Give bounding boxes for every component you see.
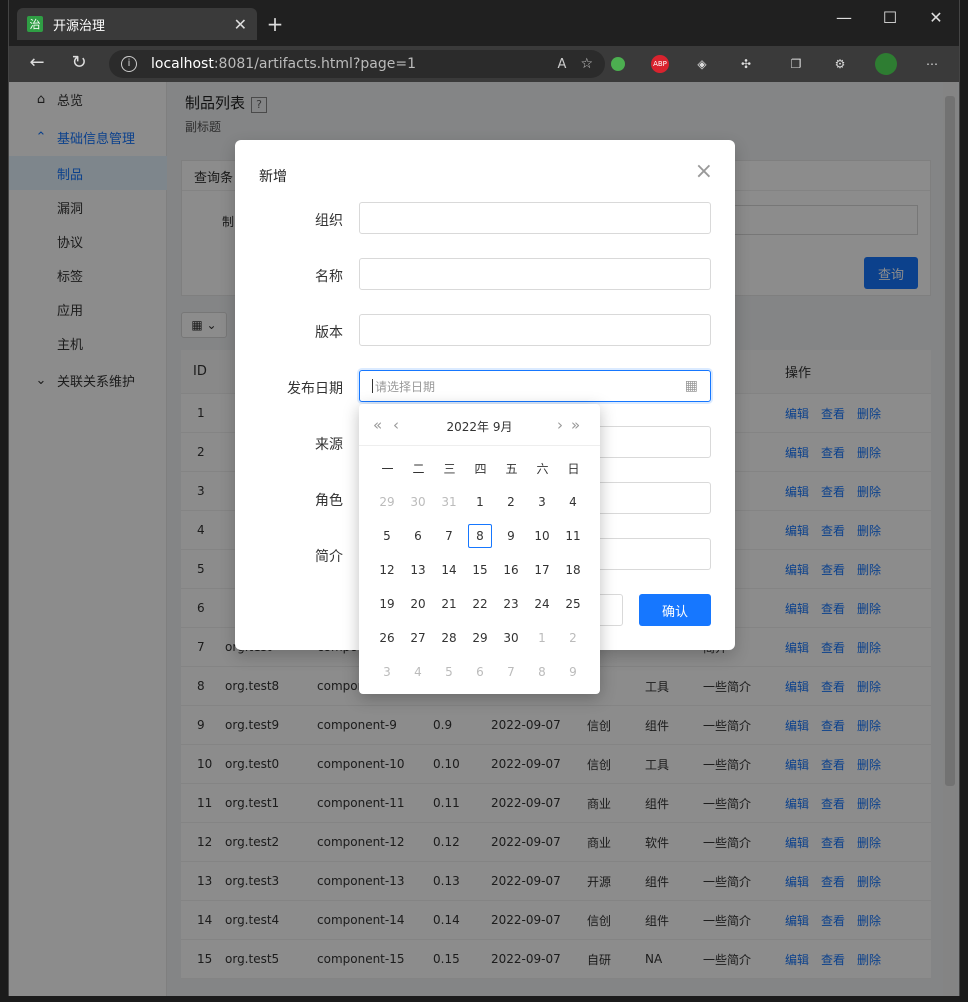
date-cell[interactable]: 10 [530,524,554,548]
more-menu-icon[interactable]: ⋯ [923,55,941,73]
date-cell[interactable]: 29 [375,490,399,514]
tab-title: 开源治理 [53,18,106,34]
tab-close-icon[interactable]: ✕ [234,15,247,34]
date-cell[interactable]: 7 [499,660,523,684]
date-cell[interactable]: 20 [406,592,430,616]
date-cell[interactable]: 26 [375,626,399,650]
date-cell[interactable]: 6 [468,660,492,684]
weekday-label: 二 [412,462,425,476]
weekday-label: 日 [567,462,580,476]
url-path: :8081/artifacts.html?page=1 [213,56,416,72]
form-input[interactable] [359,314,711,346]
browser-window: 治 开源治理 ✕ + — ☐ ✕ ← ↻ i localhost :8081/a… [8,0,960,996]
modal-close-icon[interactable]: × [695,161,713,183]
weekday-label: 五 [505,462,518,476]
form-label: 来源 [315,437,343,453]
date-cell[interactable]: 3 [530,490,554,514]
date-picker-month-label: 2022年 9月 [446,420,513,434]
date-cell[interactable]: 24 [530,592,554,616]
title-bar: 治 开源治理 ✕ + — ☐ ✕ [9,0,959,46]
release-date-picker-input[interactable]: 请选择日期 ▦ [359,370,711,402]
date-cell[interactable]: 9 [561,660,585,684]
date-placeholder: 请选择日期 [375,379,436,394]
date-cell[interactable]: 1 [530,626,554,650]
performance-icon[interactable]: ⚙ [831,55,849,73]
date-cell[interactable]: 8 [530,660,554,684]
form-label: 发布日期 [287,381,343,397]
form-label: 名称 [315,269,343,285]
favorite-star-icon[interactable]: ☆ [580,56,593,72]
collections-icon[interactable]: ❐ [787,55,805,73]
date-cell[interactable]: 21 [437,592,461,616]
date-cell[interactable]: 28 [437,626,461,650]
confirm-button[interactable]: 确认 [639,594,711,626]
date-cell[interactable]: 29 [468,626,492,650]
extension-green-icon[interactable] [611,57,625,71]
url-host: localhost [151,56,214,72]
weekday-label: 四 [474,462,487,476]
date-cell[interactable]: 30 [406,490,430,514]
date-cell[interactable]: 11 [561,524,585,548]
date-cell[interactable]: 30 [499,626,523,650]
date-cell[interactable]: 7 [437,524,461,548]
date-cell[interactable]: 27 [406,626,430,650]
weekday-label: 一 [381,462,394,476]
date-picker-header: « ‹ 2022年 9月 › » [359,404,600,446]
date-cell[interactable]: 6 [406,524,430,548]
favicon-icon: 治 [27,16,43,32]
text-caret [372,379,373,393]
profile-avatar[interactable] [875,53,897,75]
date-cell[interactable]: 12 [375,558,399,582]
next-month-icon[interactable]: › [557,416,563,434]
date-cell[interactable]: 17 [530,558,554,582]
date-cell[interactable]: 19 [375,592,399,616]
date-cell[interactable]: 25 [561,592,585,616]
adblock-icon[interactable]: ABP [651,55,669,73]
extension-icon[interactable]: ◈ [693,55,711,73]
window-close-icon[interactable]: ✕ [913,8,959,27]
form-input[interactable] [359,202,711,234]
new-tab-icon[interactable]: + [263,12,287,36]
read-aloud-icon[interactable]: A [558,57,567,72]
form-label: 角色 [315,493,343,509]
address-bar: ← ↻ i localhost :8081/artifacts.html?pag… [9,46,959,82]
date-cell[interactable]: 2 [561,626,585,650]
form-label: 组织 [315,213,343,229]
date-cell[interactable]: 1 [468,490,492,514]
date-cell[interactable]: 2 [499,490,523,514]
date-cell[interactable]: 13 [406,558,430,582]
date-cell[interactable]: 9 [499,524,523,548]
weekday-label: 六 [536,462,549,476]
date-cell[interactable]: 31 [437,490,461,514]
site-info-icon[interactable]: i [121,56,137,72]
form-label: 版本 [315,325,343,341]
minimize-icon[interactable]: — [821,8,867,27]
date-cell[interactable]: 14 [437,558,461,582]
date-cell[interactable]: 4 [561,490,585,514]
maximize-icon[interactable]: ☐ [867,8,913,27]
modal-title: 新增 [259,169,287,185]
calendar-icon: ▦ [684,378,698,394]
date-cell[interactable]: 5 [375,524,399,548]
url-input[interactable]: i localhost :8081/artifacts.html?page=1 … [109,50,605,78]
date-cell[interactable]: 15 [468,558,492,582]
refresh-icon[interactable]: ↻ [67,52,91,73]
form-label: 简介 [315,549,343,565]
date-cell[interactable]: 23 [499,592,523,616]
date-cell[interactable]: 3 [375,660,399,684]
back-icon[interactable]: ← [25,52,49,73]
date-cell[interactable]: 5 [437,660,461,684]
browser-tab[interactable]: 治 开源治理 ✕ [17,8,257,40]
date-cell[interactable]: 22 [468,592,492,616]
next-year-icon[interactable]: » [571,416,580,434]
form-input[interactable] [359,258,711,290]
date-cell[interactable]: 4 [406,660,430,684]
date-picker-popup: « ‹ 2022年 9月 › » 一二三四五六日 29 30 31 1 2 3 4 5 6 7 8 9… [359,404,600,694]
weekday-label: 三 [443,462,456,476]
date-cell[interactable]: 18 [561,558,585,582]
date-cell[interactable]: 16 [499,558,523,582]
date-cell-today[interactable]: 8 [468,524,492,548]
extensions-puzzle-icon[interactable]: ✣ [737,55,755,73]
